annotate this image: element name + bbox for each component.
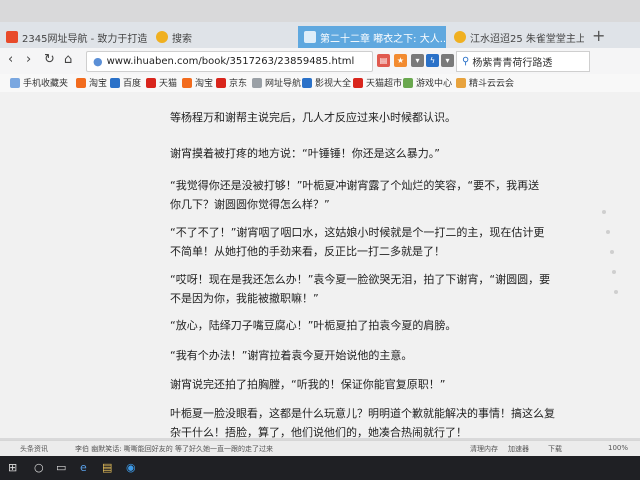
paragraph: “我觉得你还是没被打够！”叶栀夏冲谢宵露了个灿烂的笑容，“要不，我再送你几下？谢… xyxy=(170,179,540,211)
gamepad-icon xyxy=(403,77,413,88)
lightning-icon[interactable]: ϟ xyxy=(426,54,439,67)
accelerator-button[interactable]: 加速器 xyxy=(508,444,529,454)
globe-icon: ● xyxy=(93,55,103,68)
browser-icon[interactable]: ◉ xyxy=(126,461,136,474)
new-tab-button[interactable]: + xyxy=(592,26,605,45)
bookmark-label: 网址导航 xyxy=(265,79,302,89)
refresh-icon[interactable]: ↻ xyxy=(44,52,55,67)
baidu-icon xyxy=(110,77,120,88)
page-dot xyxy=(614,290,618,294)
bookmark-jd[interactable]: 京东 xyxy=(216,76,247,89)
chapter-content: 等杨程万和谢帮主说完后，几人才反应过来小时候都认识。 谢宵摸着被打疼的地方说：“… xyxy=(0,92,640,439)
tmall-icon xyxy=(146,77,156,88)
clean-memory-button[interactable]: 清理内存 xyxy=(470,444,498,454)
page-dot xyxy=(612,270,616,274)
paragraph: 谢宵摸着被打疼的地方说：“叶锤锤！你还是这么暴力。” xyxy=(170,147,440,160)
phone-icon xyxy=(10,77,20,88)
news-ticker[interactable]: 李伯 幽默笑话: 嘶嘶能回好友的 等了好久她一直一跟的走了过来 xyxy=(75,444,273,454)
book-page-icon xyxy=(304,31,316,43)
bookmark-label: 淘宝 xyxy=(89,79,108,89)
download-button[interactable]: 下载 xyxy=(548,444,562,454)
search-box[interactable]: ⚲ 杨紫青青荷行路透 xyxy=(456,51,590,72)
tab-2345[interactable]: 2345网址导航 - 致力于打造百 xyxy=(0,26,148,48)
bookmark-nav[interactable]: 网址导航 xyxy=(252,76,301,89)
tab-active-chapter[interactable]: 第二十二章 嘟衣之下: 大人... ✕ xyxy=(298,26,446,48)
paragraph: 谢宵说完还拍了拍胸膛，“听我的！保证你能官复原职！” xyxy=(170,378,446,391)
bookmark-baidu[interactable]: 百度 xyxy=(110,76,141,89)
page-dot xyxy=(610,250,614,254)
paragraph: “放心，陆绎刀子嘴豆腐心！”叶栀夏拍了拍袁今夏的肩膀。 xyxy=(170,319,457,332)
screen: { "tabs": [ {"title": "2345网址导航 - 致力于打造百… xyxy=(0,0,640,480)
chevron-down-icon[interactable]: ▾ xyxy=(441,54,454,67)
book-page-icon xyxy=(454,31,466,43)
back-arrow-icon[interactable]: ‹ xyxy=(8,52,13,67)
tmall-icon xyxy=(353,77,363,88)
bookmark-tmall-market[interactable]: 天猫超市 xyxy=(353,76,402,89)
paragraph: 等杨程万和谢帮主说完后，几人才反应过来小时候都认识。 xyxy=(170,111,456,124)
status-bar: 头条资讯 李伯 幽默笑话: 嘶嘶能回好友的 等了好久她一直一跟的走了过来 清理内… xyxy=(0,440,640,457)
bookmark-label: 精斗云云会 xyxy=(469,79,515,89)
paragraph: “哎呀！现在是我还怎么办！”袁今夏一脸欲哭无泪，拍了下谢宵，“谢圆圆，要不是因为… xyxy=(170,273,551,305)
bookmark-label: 天猫 xyxy=(159,79,178,89)
dropdown-icon[interactable]: ▾ xyxy=(411,54,424,67)
bookmark-taobao-2[interactable]: 淘宝 xyxy=(182,76,213,89)
taobao-icon xyxy=(76,77,86,88)
bookmark-jingdou[interactable]: 精斗云云会 xyxy=(456,76,514,89)
address-bar[interactable]: ● www.ihuaben.com/book/3517263/23859485.… xyxy=(86,51,373,72)
reader-icon[interactable]: ▤ xyxy=(377,54,390,67)
bookmark-games[interactable]: 游戏中心 xyxy=(403,76,452,89)
tab-bar: 2345网址导航 - 致力于打造百 搜索 第二十二章 嘟衣之下: 大人... ✕… xyxy=(0,22,640,48)
zoom-level[interactable]: 100% xyxy=(608,444,628,452)
page-icon xyxy=(252,77,262,88)
bookmark-video[interactable]: 影视大全 xyxy=(302,76,351,89)
url-text: www.ihuaben.com/book/3517263/23859485.ht… xyxy=(106,56,355,67)
bookmark-label: 天猫超市 xyxy=(366,79,403,89)
bookmark-mobile[interactable]: 手机收藏夹 xyxy=(10,76,68,89)
paragraph: 叶栀夏一脸没眼看，这都是什么玩意儿？明明道个歉就能解决的事情！搞这么复杂干什么！… xyxy=(170,407,555,439)
bookmark-label: 京东 xyxy=(229,79,248,89)
bookmarks-bar: 手机收藏夹 淘宝 百度 天猫 淘宝 京东 网址导航 影视大全 天猫超市 游戏中心… xyxy=(0,74,640,93)
cortana-icon[interactable]: ○ xyxy=(34,461,44,474)
bookmark-label: 淘宝 xyxy=(195,79,214,89)
windows-start-icon[interactable]: ⊞ xyxy=(8,461,17,474)
home-icon[interactable]: ⌂ xyxy=(64,52,72,67)
file-explorer-icon[interactable]: ▤ xyxy=(102,461,112,474)
page-dot xyxy=(606,230,610,234)
navigation-bar: ‹ › ↻ ⌂ ● www.ihuaben.com/book/3517263/2… xyxy=(0,48,640,75)
search-text: 杨紫青青荷行路透 xyxy=(472,58,553,69)
tab-jiangshui[interactable]: 江水迢迢25 朱雀堂堂主上官 xyxy=(448,26,584,48)
paragraph: “我有个办法！”谢宵拉着袁今夏开始说他的主意。 xyxy=(170,349,413,362)
jd-icon xyxy=(216,77,226,88)
bookmark-label: 手机收藏夹 xyxy=(23,79,69,89)
bookmark-tmall[interactable]: 天猫 xyxy=(146,76,177,89)
edge-icon[interactable]: e xyxy=(80,461,87,474)
search-logo-icon xyxy=(156,31,168,43)
tab-title: 搜索 xyxy=(172,33,192,45)
page-dot xyxy=(602,210,606,214)
tab-title: 第二十二章 嘟衣之下: 大人... xyxy=(320,33,446,45)
task-view-icon[interactable]: ▭ xyxy=(56,461,66,474)
news-label[interactable]: 头条资讯 xyxy=(20,444,48,454)
bookmark-taobao[interactable]: 淘宝 xyxy=(76,76,107,89)
bookmark-label: 百度 xyxy=(123,79,142,89)
2345-logo-icon xyxy=(6,31,18,43)
tab-search[interactable]: 搜索 xyxy=(150,26,296,48)
favorite-icon[interactable]: ★ xyxy=(394,54,407,67)
video-icon xyxy=(302,77,312,88)
paragraph: “不了不了！”谢宵咽了咽口水，这姑娘小时候就是个一打二的主，现在估计更不简单！从… xyxy=(170,226,545,258)
cloud-icon xyxy=(456,77,466,88)
forward-arrow-icon[interactable]: › xyxy=(26,52,31,67)
taobao-icon xyxy=(182,77,192,88)
taskbar: ⊞ ○ ▭ e ▤ ◉ xyxy=(0,456,640,480)
search-icon: ⚲ xyxy=(462,56,470,67)
bookmark-label: 游戏中心 xyxy=(416,79,453,89)
tab-title: 2345网址导航 - 致力于打造百 xyxy=(22,33,148,45)
tab-title: 江水迢迢25 朱雀堂堂主上官 xyxy=(470,33,584,45)
bookmark-label: 影视大全 xyxy=(315,79,352,89)
